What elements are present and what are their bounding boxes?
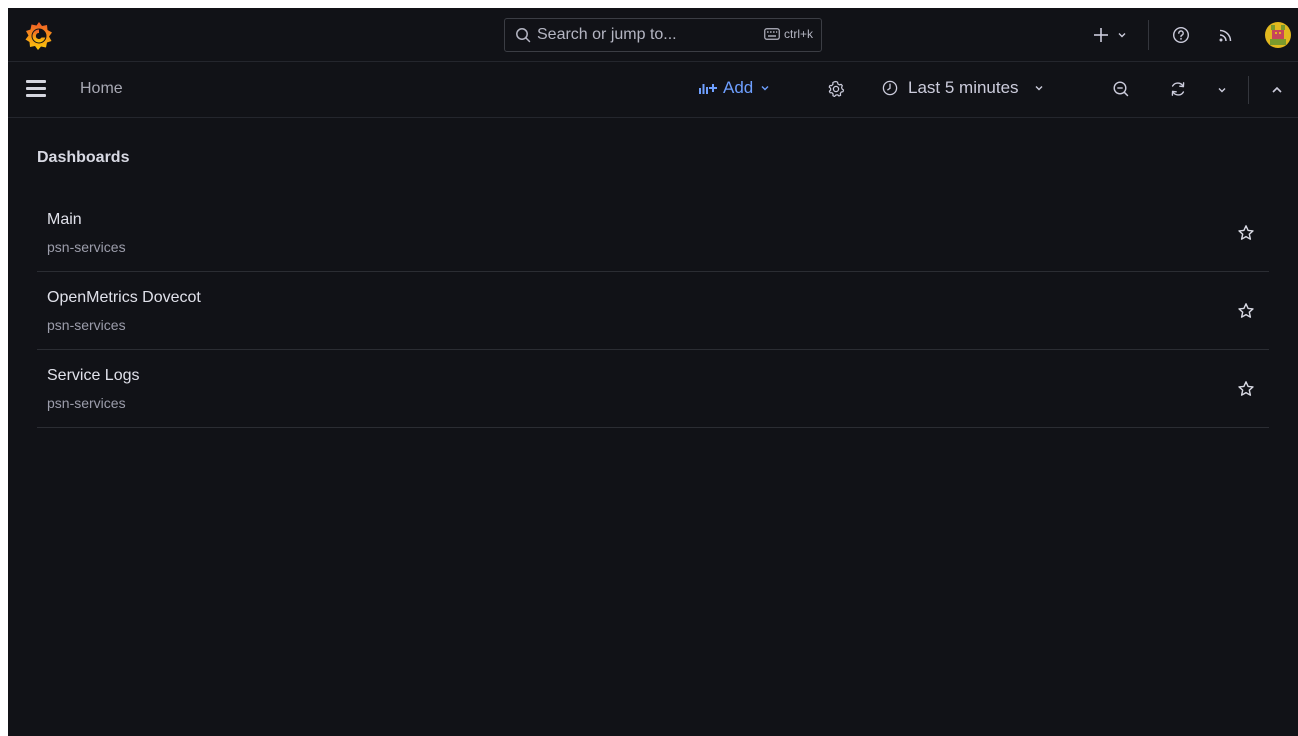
add-button[interactable]: Add [698,78,771,98]
dashboard-name[interactable]: OpenMetrics Dovecot [47,289,201,307]
grafana-logo-icon[interactable] [22,19,56,53]
dashboard-row[interactable]: Main psn-services [37,194,1269,272]
dashboard-folder: psn-services [47,395,126,411]
section-title: Dashboards [37,149,130,166]
grafana-app: Search or jump to... ctrl+k Home Add Las… [8,8,1298,736]
star-icon[interactable] [1237,380,1255,398]
refresh-button[interactable] [1168,79,1188,99]
hamburger-line [26,80,46,83]
search-icon [516,28,531,43]
divider [1248,76,1249,104]
refresh-interval-dropdown[interactable] [1214,83,1230,97]
new-dropdown-button[interactable] [1088,23,1132,47]
star-icon[interactable] [1237,302,1255,320]
zoom-out-icon [1113,81,1129,97]
dashboard-row[interactable]: OpenMetrics Dovecot psn-services [37,272,1269,350]
rss-icon [1219,29,1232,42]
chevron-down-icon [761,86,769,91]
help-button[interactable] [1171,25,1191,45]
dashboard-folder: psn-services [47,317,126,333]
keyboard-icon [764,28,780,40]
chevron-down-icon [1118,33,1126,38]
hamburger-line [26,94,46,97]
time-range-label: Last 5 minutes [908,78,1019,97]
dashboard-list: Main psn-services OpenMetrics Dovecot ps… [37,194,1269,428]
search-bar[interactable]: Search or jump to... ctrl+k [504,18,822,52]
refresh-icon [1171,82,1185,96]
collapse-toolbar-button[interactable] [1268,82,1286,98]
news-button[interactable] [1216,25,1236,45]
help-icon [1172,26,1190,44]
dashboard-settings-button[interactable] [826,79,846,99]
top-bar: Search or jump to... ctrl+k [8,8,1298,62]
hamburger-line [26,87,46,90]
menu-toggle-button[interactable] [26,80,48,100]
star-icon[interactable] [1237,224,1255,242]
plus-icon [1094,28,1108,42]
dashboard-row[interactable]: Service Logs psn-services [37,350,1269,428]
chevron-up-icon [1272,86,1282,93]
breadcrumb-home[interactable]: Home [80,80,123,98]
add-label: Add [723,78,754,97]
dashboard-folder: psn-services [47,239,126,255]
dashboard-nav-bar: Home Add Last 5 minutes [8,62,1298,118]
time-range-picker[interactable]: Last 5 minutes [882,78,1045,98]
gear-icon [828,80,845,97]
zoom-out-button[interactable] [1111,79,1131,99]
avatar-icon [1265,22,1291,48]
user-avatar[interactable] [1264,21,1292,49]
add-panel-icon [699,84,717,94]
chevron-down-icon [1035,86,1043,91]
chevron-down-icon [1218,88,1226,93]
search-shortcut: ctrl+k [764,27,813,41]
dashboard-name[interactable]: Service Logs [47,367,140,385]
divider [1148,20,1149,50]
shortcut-label: ctrl+k [783,27,813,41]
clock-icon [882,80,898,96]
search-placeholder: Search or jump to... [537,26,677,43]
dashboard-name[interactable]: Main [47,211,82,229]
